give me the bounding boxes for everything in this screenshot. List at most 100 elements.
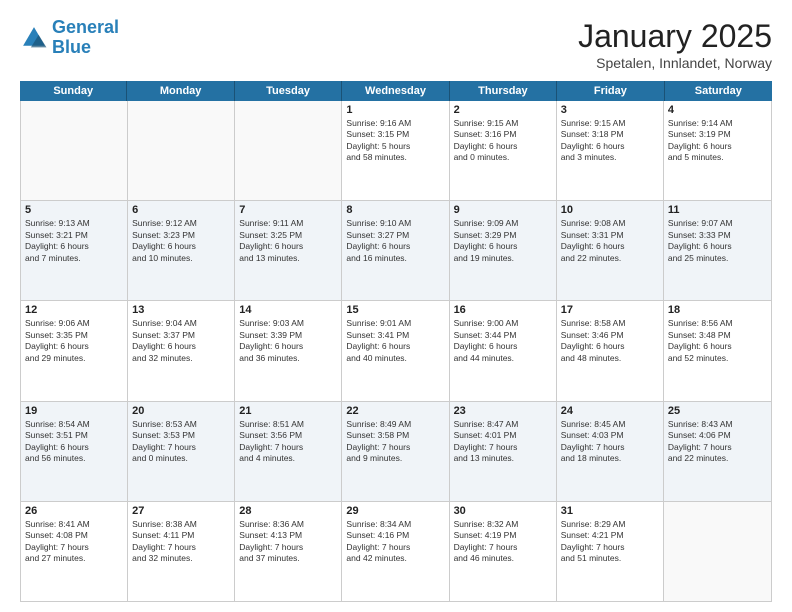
day-number-r1-c1: 6 (132, 204, 230, 216)
cell-text-r4-c2: Sunrise: 8:36 AM Sunset: 4:13 PM Dayligh… (239, 519, 337, 565)
cell-text-r2-c2: Sunrise: 9:03 AM Sunset: 3:39 PM Dayligh… (239, 318, 337, 364)
header: General Blue January 2025 Spetalen, Innl… (20, 18, 772, 71)
cal-cell-r2-c2: 14 Sunrise: 9:03 AM Sunset: 3:39 PM Dayli… (235, 301, 342, 400)
calendar-title: January 2025 (578, 18, 772, 55)
cell-text-r1-c0: Sunrise: 9:13 AM Sunset: 3:21 PM Dayligh… (25, 218, 123, 264)
day-number-r4-c4: 30 (454, 505, 552, 517)
cal-cell-r3-c0: 19 Sunrise: 8:54 AM Sunset: 3:51 PM Dayli… (21, 402, 128, 501)
cal-cell-r4-c2: 28 Sunrise: 8:36 AM Sunset: 4:13 PM Dayli… (235, 502, 342, 601)
header-monday: Monday (127, 81, 234, 101)
cal-cell-r2-c4: 16 Sunrise: 9:00 AM Sunset: 3:44 PM Dayli… (450, 301, 557, 400)
day-number-r4-c3: 29 (346, 505, 444, 517)
day-number-r4-c1: 27 (132, 505, 230, 517)
header-tuesday: Tuesday (235, 81, 342, 101)
cal-cell-r4-c4: 30Sunrise: 8:32 AM Sunset: 4:19 PM Dayli… (450, 502, 557, 601)
day-number-r1-c2: 7 (239, 204, 337, 216)
cell-text-r4-c5: Sunrise: 8:29 AM Sunset: 4:21 PM Dayligh… (561, 519, 659, 565)
header-thursday: Thursday (450, 81, 557, 101)
cal-cell-r3-c1: 20 Sunrise: 8:53 AM Sunset: 3:53 PM Dayli… (128, 402, 235, 501)
day-number-r0-c5: 3 (561, 104, 659, 116)
cal-cell-r2-c0: 12Sunrise: 9:06 AM Sunset: 3:35 PM Dayli… (21, 301, 128, 400)
logo-icon (20, 24, 48, 52)
cal-cell-r3-c5: 24 Sunrise: 8:45 AM Sunset: 4:03 PM Dayli… (557, 402, 664, 501)
day-number-r1-c3: 8 (346, 204, 444, 216)
day-number-r1-c0: 5 (25, 204, 123, 216)
cal-cell-r4-c1: 27Sunrise: 8:38 AM Sunset: 4:11 PM Dayli… (128, 502, 235, 601)
calendar-body: 1 Sunrise: 9:16 AM Sunset: 3:15 PM Daylig… (20, 101, 772, 602)
cell-text-r2-c4: Sunrise: 9:00 AM Sunset: 3:44 PM Dayligh… (454, 318, 552, 364)
header-friday: Friday (557, 81, 664, 101)
calendar: Sunday Monday Tuesday Wednesday Thursday… (20, 81, 772, 602)
cal-cell-r0-c0 (21, 101, 128, 200)
cell-text-r1-c4: Sunrise: 9:09 AM Sunset: 3:29 PM Dayligh… (454, 218, 552, 264)
day-number-r2-c5: 17 (561, 304, 659, 316)
cell-text-r1-c1: Sunrise: 9:12 AM Sunset: 3:23 PM Dayligh… (132, 218, 230, 264)
cal-row-3: 19 Sunrise: 8:54 AM Sunset: 3:51 PM Dayli… (21, 402, 771, 502)
day-number-r2-c2: 14 (239, 304, 337, 316)
cal-cell-r0-c4: 2Sunrise: 9:15 AM Sunset: 3:16 PM Daylig… (450, 101, 557, 200)
logo-line2: Blue (52, 37, 91, 57)
cal-cell-r3-c2: 21 Sunrise: 8:51 AM Sunset: 3:56 PM Dayli… (235, 402, 342, 501)
cal-cell-r2-c5: 17Sunrise: 8:58 AM Sunset: 3:46 PM Dayli… (557, 301, 664, 400)
day-number-r3-c4: 23 (454, 405, 552, 417)
header-saturday: Saturday (665, 81, 772, 101)
cal-cell-r2-c6: 18Sunrise: 8:56 AM Sunset: 3:48 PM Dayli… (664, 301, 771, 400)
day-number-r3-c3: 22 (346, 405, 444, 417)
day-number-r2-c4: 16 (454, 304, 552, 316)
cal-row-2: 12Sunrise: 9:06 AM Sunset: 3:35 PM Dayli… (21, 301, 771, 401)
cell-text-r4-c0: Sunrise: 8:41 AM Sunset: 4:08 PM Dayligh… (25, 519, 123, 565)
cell-text-r2-c0: Sunrise: 9:06 AM Sunset: 3:35 PM Dayligh… (25, 318, 123, 364)
day-number-r3-c1: 20 (132, 405, 230, 417)
day-number-r3-c6: 25 (668, 405, 767, 417)
cal-cell-r4-c3: 29 Sunrise: 8:34 AM Sunset: 4:16 PM Dayli… (342, 502, 449, 601)
day-number-r3-c0: 19 (25, 405, 123, 417)
day-number-r3-c2: 21 (239, 405, 337, 417)
cell-text-r0-c4: Sunrise: 9:15 AM Sunset: 3:16 PM Dayligh… (454, 118, 552, 164)
cal-cell-r4-c0: 26Sunrise: 8:41 AM Sunset: 4:08 PM Dayli… (21, 502, 128, 601)
title-section: January 2025 Spetalen, Innlandet, Norway (578, 18, 772, 71)
cal-cell-r0-c6: 4 Sunrise: 9:14 AM Sunset: 3:19 PM Daylig… (664, 101, 771, 200)
cal-cell-r4-c5: 31 Sunrise: 8:29 AM Sunset: 4:21 PM Dayli… (557, 502, 664, 601)
cal-cell-r3-c4: 23 Sunrise: 8:47 AM Sunset: 4:01 PM Dayli… (450, 402, 557, 501)
cell-text-r1-c5: Sunrise: 9:08 AM Sunset: 3:31 PM Dayligh… (561, 218, 659, 264)
cal-cell-r1-c2: 7 Sunrise: 9:11 AM Sunset: 3:25 PM Daylig… (235, 201, 342, 300)
page: General Blue January 2025 Spetalen, Innl… (0, 0, 792, 612)
calendar-header: Sunday Monday Tuesday Wednesday Thursday… (20, 81, 772, 101)
cal-cell-r1-c6: 11 Sunrise: 9:07 AM Sunset: 3:33 PM Dayli… (664, 201, 771, 300)
cal-cell-r4-c6 (664, 502, 771, 601)
cell-text-r0-c6: Sunrise: 9:14 AM Sunset: 3:19 PM Dayligh… (668, 118, 767, 164)
day-number-r2-c6: 18 (668, 304, 767, 316)
cal-cell-r2-c1: 13Sunrise: 9:04 AM Sunset: 3:37 PM Dayli… (128, 301, 235, 400)
cal-cell-r1-c3: 8Sunrise: 9:10 AM Sunset: 3:27 PM Daylig… (342, 201, 449, 300)
day-number-r0-c3: 1 (346, 104, 444, 116)
cal-cell-r3-c6: 25 Sunrise: 8:43 AM Sunset: 4:06 PM Dayli… (664, 402, 771, 501)
calendar-subtitle: Spetalen, Innlandet, Norway (578, 55, 772, 71)
day-number-r3-c5: 24 (561, 405, 659, 417)
cal-row-4: 26Sunrise: 8:41 AM Sunset: 4:08 PM Dayli… (21, 502, 771, 601)
cell-text-r3-c2: Sunrise: 8:51 AM Sunset: 3:56 PM Dayligh… (239, 419, 337, 465)
cell-text-r3-c1: Sunrise: 8:53 AM Sunset: 3:53 PM Dayligh… (132, 419, 230, 465)
cell-text-r1-c2: Sunrise: 9:11 AM Sunset: 3:25 PM Dayligh… (239, 218, 337, 264)
cal-cell-r0-c1 (128, 101, 235, 200)
cell-text-r0-c3: Sunrise: 9:16 AM Sunset: 3:15 PM Dayligh… (346, 118, 444, 164)
cell-text-r1-c6: Sunrise: 9:07 AM Sunset: 3:33 PM Dayligh… (668, 218, 767, 264)
cell-text-r4-c3: Sunrise: 8:34 AM Sunset: 4:16 PM Dayligh… (346, 519, 444, 565)
day-number-r4-c2: 28 (239, 505, 337, 517)
cal-cell-r1-c1: 6 Sunrise: 9:12 AM Sunset: 3:23 PM Daylig… (128, 201, 235, 300)
day-number-r0-c6: 4 (668, 104, 767, 116)
cell-text-r0-c5: Sunrise: 9:15 AM Sunset: 3:18 PM Dayligh… (561, 118, 659, 164)
cell-text-r3-c4: Sunrise: 8:47 AM Sunset: 4:01 PM Dayligh… (454, 419, 552, 465)
cal-cell-r1-c0: 5 Sunrise: 9:13 AM Sunset: 3:21 PM Daylig… (21, 201, 128, 300)
logo-line1: General (52, 17, 119, 37)
logo: General Blue (20, 18, 119, 58)
day-number-r4-c5: 31 (561, 505, 659, 517)
day-number-r1-c6: 11 (668, 204, 767, 216)
cell-text-r3-c6: Sunrise: 8:43 AM Sunset: 4:06 PM Dayligh… (668, 419, 767, 465)
cal-cell-r0-c5: 3 Sunrise: 9:15 AM Sunset: 3:18 PM Daylig… (557, 101, 664, 200)
day-number-r1-c4: 9 (454, 204, 552, 216)
cal-row-1: 5 Sunrise: 9:13 AM Sunset: 3:21 PM Daylig… (21, 201, 771, 301)
cell-text-r3-c5: Sunrise: 8:45 AM Sunset: 4:03 PM Dayligh… (561, 419, 659, 465)
cal-cell-r0-c3: 1 Sunrise: 9:16 AM Sunset: 3:15 PM Daylig… (342, 101, 449, 200)
cal-cell-r1-c5: 10Sunrise: 9:08 AM Sunset: 3:31 PM Dayli… (557, 201, 664, 300)
cell-text-r3-c0: Sunrise: 8:54 AM Sunset: 3:51 PM Dayligh… (25, 419, 123, 465)
